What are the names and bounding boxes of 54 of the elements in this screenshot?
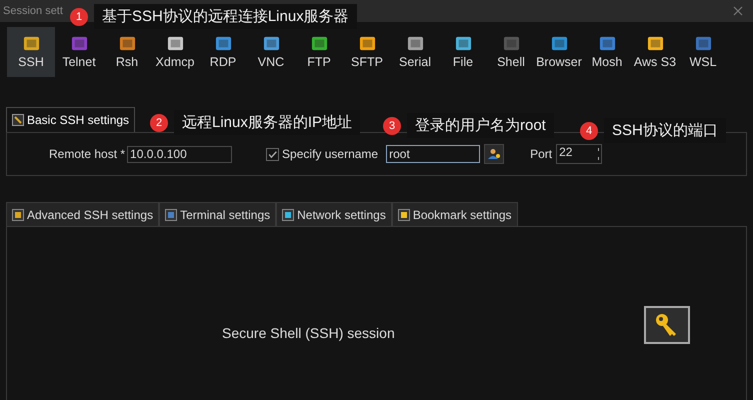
protocol-button[interactable]: File: [439, 27, 487, 77]
field-label: Remote host *: [49, 147, 126, 161]
tab-icon: [12, 208, 24, 220]
step-badge: 2: [150, 114, 168, 132]
protocol-button[interactable]: WSL: [679, 27, 727, 77]
settings-tab[interactable]: Terminal settings: [159, 202, 276, 226]
protocol-icon: [454, 35, 472, 52]
tab-icon: [282, 208, 294, 220]
settings-tab[interactable]: Advanced SSH settings: [6, 202, 160, 226]
port-field[interactable]: 22: [556, 144, 602, 164]
session-description: Secure Shell (SSH) session: [222, 324, 395, 340]
step-badge: 4: [580, 122, 598, 140]
protocol-button[interactable]: FTP: [295, 27, 343, 77]
settings-tab[interactable]: Network settings: [276, 202, 392, 226]
protocol-icon: [166, 35, 184, 52]
protocol-button[interactable]: Shell: [487, 27, 535, 77]
user-button[interactable]: [484, 144, 504, 164]
check-icon: [267, 148, 278, 160]
window-title: Session sett: [3, 5, 63, 17]
tab-icon: [398, 208, 410, 220]
protocol-button[interactable]: Telnet: [55, 27, 103, 77]
user-icon: [487, 147, 502, 161]
protocol-button[interactable]: RDP: [199, 27, 247, 77]
protocol-button[interactable]: Serial: [391, 27, 439, 77]
protocol-icon: [358, 35, 376, 52]
protocol-button[interactable]: SFTP: [343, 27, 391, 77]
protocol-icon: [646, 35, 664, 52]
protocol-icon: [70, 35, 88, 52]
close-icon[interactable]: [733, 6, 743, 16]
protocol-button[interactable]: Xdmcp: [151, 27, 199, 77]
protocol-icon: [22, 35, 40, 52]
basic-settings-tab[interactable]: Basic SSH settings: [6, 107, 136, 132]
protocol-button[interactable]: VNC: [247, 27, 295, 77]
step-badge: 3: [383, 116, 401, 134]
protocol-button[interactable]: SSH: [7, 27, 55, 77]
settings-tab[interactable]: Bookmark settings: [392, 202, 518, 226]
protocol-icon: [550, 35, 568, 52]
username-field[interactable]: root: [386, 145, 480, 163]
protocol-icon: [214, 35, 232, 52]
remote-host-field[interactable]: 10.0.0.100: [127, 146, 232, 162]
protocol-icon: [406, 35, 424, 52]
tab-icon: [165, 208, 178, 220]
protocol-button[interactable]: Aws S3: [631, 27, 679, 77]
protocol-icon: [502, 35, 520, 52]
protocol-button[interactable]: Browser: [535, 27, 583, 77]
protocol-icon: [598, 35, 616, 52]
protocol-icon: [262, 35, 280, 52]
protocol-button[interactable]: Rsh: [103, 27, 151, 77]
specify-username-checkbox[interactable]: Specify username: [266, 147, 378, 161]
protocol-icon: [118, 35, 136, 52]
field-label: Port: [530, 147, 552, 161]
protocol-icon: [694, 35, 712, 52]
protocol-icon: [310, 35, 328, 52]
protocol-button[interactable]: Mosh: [583, 27, 631, 77]
